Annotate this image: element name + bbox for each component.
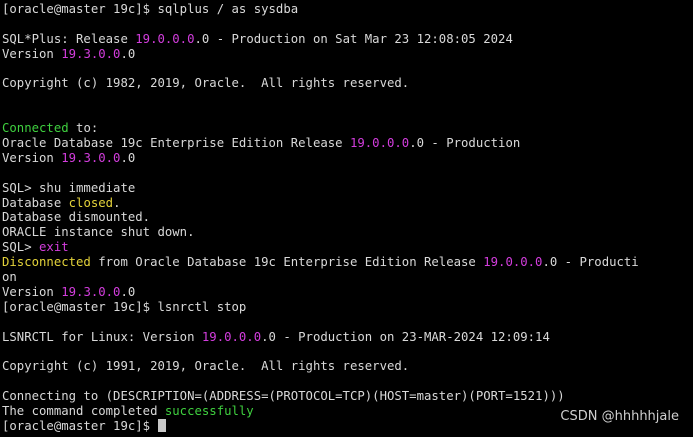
terminal-text: Oracle Database 19c Enterprise Edition R… xyxy=(2,136,350,151)
terminal-text: Connected xyxy=(2,121,69,136)
terminal-line: SQL> exit xyxy=(2,240,692,255)
terminal-line: Version 19.3.0.0.0 xyxy=(2,285,692,300)
terminal-line: Connected to: xyxy=(2,121,692,136)
terminal-line: [oracle@master 19c]$ sqlplus / as sysdba xyxy=(2,2,692,17)
terminal-text: [oracle@master 19c]$ sqlplus / as sysdba xyxy=(2,2,299,16)
terminal-line: Version 19.3.0.0.0 xyxy=(2,151,692,166)
terminal-text: .0 - Producti xyxy=(542,255,639,270)
terminal-text: 19.0.0.0 xyxy=(135,31,195,46)
terminal-text: closed xyxy=(68,195,114,210)
terminal-text: 19.3.0.0 xyxy=(61,284,121,299)
terminal-text: to: xyxy=(68,121,99,136)
terminal-text: from Oracle Database 19c Enterprise Edit… xyxy=(90,255,484,270)
terminal-text: .0 - Production on Sat Mar 23 12:08:05 2… xyxy=(194,31,513,46)
terminal-text: .0 xyxy=(120,284,136,299)
terminal-text: successfully xyxy=(164,404,254,419)
terminal-text: Copyright (c) 1982, 2019, Oracle. All ri… xyxy=(2,76,410,91)
terminal-text: Database xyxy=(2,195,69,210)
text-cursor xyxy=(158,418,167,432)
terminal-text: 19.3.0.0 xyxy=(61,46,121,61)
terminal-text: 19.3.0.0 xyxy=(61,150,121,165)
terminal-line: Database dismounted. xyxy=(2,210,692,225)
terminal-text: Version xyxy=(2,284,62,299)
terminal-line: Database closed. xyxy=(2,196,692,211)
terminal-line: ORACLE instance shut down. xyxy=(2,225,692,240)
terminal-line: Copyright (c) 1982, 2019, Oracle. All ri… xyxy=(2,76,692,91)
terminal-text: on xyxy=(2,270,17,285)
terminal-text: 19.0.0.0 xyxy=(349,136,410,151)
terminal-text: Disconnected xyxy=(2,255,91,270)
terminal-line: Version 19.3.0.0.0 xyxy=(2,47,692,62)
terminal-text: Connecting to (DESCRIPTION=(ADDRESS=(PRO… xyxy=(2,389,565,404)
terminal-text: Version xyxy=(2,150,62,165)
terminal-line: Oracle Database 19c Enterprise Edition R… xyxy=(2,136,692,151)
terminal-text: .0 - Production xyxy=(409,136,521,151)
terminal-line: Connecting to (DESCRIPTION=(ADDRESS=(PRO… xyxy=(2,389,692,404)
terminal-text: ORACLE instance shut down. xyxy=(2,225,195,240)
terminal-text: The command completed xyxy=(2,404,165,419)
terminal-text: .0 xyxy=(120,150,136,165)
terminal-text: 19.0.0.0 xyxy=(201,329,262,344)
terminal-line: Disconnected from Oracle Database 19c En… xyxy=(2,255,692,270)
terminal-text: .0 xyxy=(120,46,136,61)
terminal-text: SQL*Plus: Release xyxy=(2,31,136,46)
terminal-line: on xyxy=(2,270,692,285)
terminal-text: [oracle@master 19c]$ lsnrctl stop xyxy=(2,299,247,314)
terminal-text: Database dismounted. xyxy=(2,210,151,225)
terminal-line: LSNRCTL for Linux: Version 19.0.0.0.0 - … xyxy=(2,330,692,345)
watermark: CSDN @hhhhhjale xyxy=(560,409,679,424)
terminal-text: SQL> shu immediate xyxy=(2,180,136,195)
terminal-text: [oracle@master 19c]$ xyxy=(2,418,158,433)
terminal-line: SQL> shu immediate xyxy=(2,181,692,196)
terminal-text: . xyxy=(113,195,121,210)
terminal-line: SQL*Plus: Release 19.0.0.0.0 - Productio… xyxy=(2,32,692,47)
terminal-text: 19.0.0.0 xyxy=(483,255,543,270)
terminal-text: SQL> xyxy=(2,240,40,255)
terminal-text: LSNRCTL for Linux: Version xyxy=(2,329,202,344)
terminal-text: .0 - Production on 23-MAR-2024 12:09:14 xyxy=(261,329,550,344)
terminal-output[interactable]: [oracle@master 19c]$ sqlplus / as sysdba… xyxy=(2,2,692,434)
terminal-line: [oracle@master 19c]$ lsnrctl stop xyxy=(2,300,692,315)
terminal-text: exit xyxy=(39,240,69,255)
terminal-text: Copyright (c) 1991, 2019, Oracle. All ri… xyxy=(2,359,410,374)
terminal-line: Copyright (c) 1991, 2019, Oracle. All ri… xyxy=(2,359,692,374)
terminal-text: Version xyxy=(2,46,62,61)
